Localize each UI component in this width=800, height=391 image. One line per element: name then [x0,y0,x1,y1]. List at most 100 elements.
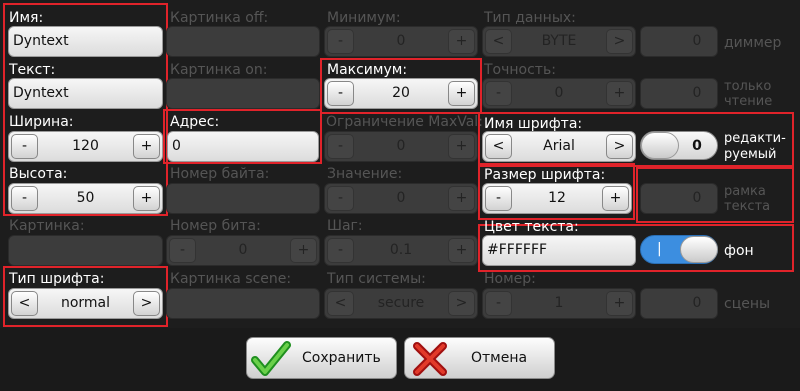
minimum-minus-button[interactable]: - [327,29,354,54]
width-value: 120 [72,138,99,154]
font-name-prev-button[interactable]: < [485,134,512,159]
width-minus-button[interactable]: - [11,134,38,159]
settings-dialog: Имя: Dyntext Текст: Dyntext Ширина: - 12… [0,0,800,391]
minimum-plus-button[interactable]: + [448,29,475,54]
name-input[interactable]: Dyntext [8,26,163,57]
picture-off-field[interactable] [166,26,320,57]
read-only-value: 0 [692,85,702,101]
action-bar [0,328,800,391]
background-toggle[interactable]: | [640,235,718,264]
text-color-label: Цвет текста: [484,219,579,235]
height-minus-button[interactable]: - [11,186,38,211]
scenes-caption: сцены [724,296,771,312]
save-button[interactable]: Сохранить [246,337,397,379]
text-frame-toggle[interactable]: 0 [640,183,718,214]
editable-value: 0 [692,138,702,154]
picture-field[interactable] [8,235,163,266]
address-input[interactable]: 0 [167,131,319,162]
picture-label: Картинка: [9,218,85,234]
number-minus-button[interactable]: - [485,291,512,316]
scenes-toggle[interactable]: 0 [640,288,718,319]
value-value: 0 [396,190,406,206]
system-type-prev-button[interactable]: < [327,291,354,316]
byte-number-field[interactable] [166,183,320,214]
bit-number-plus-button[interactable]: + [290,238,317,263]
precision-value: 0 [554,85,564,101]
system-type-value: secure [377,295,425,311]
scenes-value: 0 [692,295,702,311]
step-label: Шаг: [327,218,363,234]
data-type-label: Тип данных: [484,10,576,26]
value-minus-button[interactable]: - [327,186,354,211]
maximum-stepper[interactable]: - 20 + [324,78,478,109]
number-stepper[interactable]: - 1 + [482,288,636,319]
value-plus-button[interactable]: + [448,186,475,211]
bit-number-minus-button[interactable]: - [169,238,196,263]
step-minus-button[interactable]: - [327,238,354,263]
picture-scene-label: Картинка scene: [170,271,292,287]
number-value: 1 [554,295,564,311]
data-type-value: BYTE [541,33,577,49]
step-plus-button[interactable]: + [448,238,475,263]
bit-number-stepper[interactable]: - 0 + [166,235,320,266]
font-size-label: Размер шрифта: [484,167,606,183]
font-size-plus-button[interactable]: + [602,186,629,211]
read-only-caption-2: чтение [724,94,773,109]
save-label: Сохранить [302,350,381,366]
font-name-selector[interactable]: < Arial > [482,131,636,162]
step-stepper[interactable]: - 0.1 + [324,235,478,266]
font-name-next-button[interactable]: > [606,134,633,159]
font-name-value: Arial [543,138,575,154]
font-type-next-button[interactable]: > [133,291,160,316]
precision-minus-button[interactable]: - [485,81,512,106]
precision-stepper[interactable]: - 0 + [482,78,636,109]
maximum-plus-button[interactable]: + [448,81,475,106]
cancel-button[interactable]: Отмена [404,337,555,379]
minimum-stepper[interactable]: - 0 + [324,26,478,57]
font-size-stepper[interactable]: - 12 + [482,183,632,214]
picture-on-field[interactable] [166,78,320,109]
limit-maxval-value: 0 [396,138,406,154]
cross-icon [411,341,449,377]
read-only-caption-1: только [724,79,772,94]
width-plus-button[interactable]: + [133,134,160,159]
font-type-prev-button[interactable]: < [11,291,38,316]
address-label: Адрес: [170,114,220,130]
limit-maxval-plus-button[interactable]: + [448,134,475,159]
background-toggle-knob [680,236,718,263]
number-plus-button[interactable]: + [606,291,633,316]
text-color-input[interactable]: #FFFFFF [482,235,636,266]
dimmer-caption: диммер [724,35,782,51]
width-stepper[interactable]: - 120 + [8,131,163,162]
value-label: Значение: [327,166,403,182]
checkmark-icon [251,340,291,378]
minimum-value: 0 [396,33,406,49]
step-value: 0.1 [389,242,413,258]
font-size-minus-button[interactable]: - [485,186,512,211]
read-only-toggle[interactable]: 0 [640,78,718,109]
picture-on-label: Картинка on: [170,62,268,78]
text-frame-caption-2: текста [724,199,771,214]
system-type-selector[interactable]: < secure > [324,288,478,319]
data-type-next-button[interactable]: > [606,29,633,54]
picture-scene-field[interactable] [166,288,320,319]
editable-caption-1: редакти- [724,131,786,146]
font-type-selector[interactable]: < normal > [8,288,163,319]
limit-maxval-stepper[interactable]: - 0 + [324,131,478,162]
limit-maxval-minus-button[interactable]: - [327,134,354,159]
height-stepper[interactable]: - 50 + [8,183,163,214]
height-value: 50 [76,190,95,206]
maximum-value: 20 [392,85,410,101]
font-type-label: Тип шрифта: [9,271,105,287]
maximum-minus-button[interactable]: - [327,81,354,106]
data-type-prev-button[interactable]: < [485,29,512,54]
text-input[interactable]: Dyntext [8,78,163,109]
dimmer-value: 0 [692,33,702,49]
height-plus-button[interactable]: + [133,186,160,211]
data-type-selector[interactable]: < BYTE > [482,26,636,57]
system-type-next-button[interactable]: > [448,291,475,316]
value-stepper[interactable]: - 0 + [324,183,478,214]
editable-toggle[interactable]: 0 [640,131,718,160]
precision-plus-button[interactable]: + [606,81,633,106]
dimmer-toggle[interactable]: 0 [640,26,718,57]
